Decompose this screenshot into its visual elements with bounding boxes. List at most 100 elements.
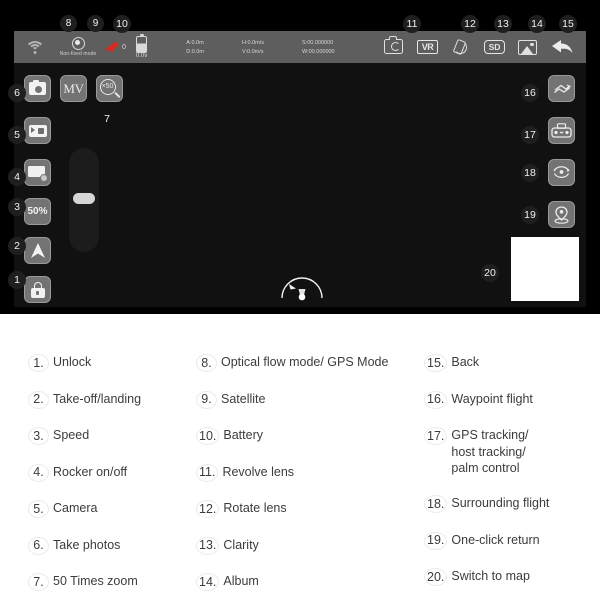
battery-icon — [136, 33, 148, 53]
gps-mode-icon — [71, 37, 85, 50]
legend-item: 7. 50 Times zoom — [28, 573, 208, 591]
legend-item: 3. Speed — [28, 427, 208, 445]
rotate-lens-icon[interactable] — [451, 38, 471, 56]
telemetry-horizontal-speed: H:0.0m/s — [241, 39, 264, 46]
callout-11: 11 — [403, 15, 421, 33]
takeoff-landing-button[interactable] — [24, 237, 51, 264]
legend-item-number: 1. — [28, 354, 49, 372]
zoom-50x-button[interactable]: ×50 — [96, 75, 123, 102]
callout-7: 7 — [104, 113, 110, 125]
mv-button[interactable]: MV — [60, 75, 87, 102]
legend-item-number: 19. — [424, 531, 448, 550]
legend-item: 6. Take photos — [28, 536, 208, 555]
legend-item-number: 12. — [196, 500, 220, 518]
legend-item-label: Rocker on/off — [53, 464, 128, 479]
legend-item: 17. GPS tracking/ host tracking/ palm con… — [424, 427, 594, 477]
legend-item-label: Album — [223, 574, 259, 588]
legend-item-number: 6. — [28, 536, 49, 555]
telemetry-readout: A:0.0m D:0.0m H:0.0m/s V:0.0m/s S:00.000… — [186, 40, 334, 55]
unlock-button[interactable] — [24, 276, 51, 303]
legend-item-label: Back — [451, 355, 480, 369]
legend-item-number: 20. — [424, 568, 448, 586]
rocker-onoff-button[interactable] — [24, 159, 51, 186]
legend-item-label: Switch to map — [451, 569, 530, 583]
legend-item: 15. Back — [424, 354, 594, 372]
surrounding-flight-icon — [552, 164, 571, 181]
surrounding-flight-button[interactable] — [548, 159, 575, 186]
legend-item: 19. One-click return — [424, 531, 594, 550]
legend-item-number: 8. — [196, 354, 217, 372]
legend-item-label: Unlock — [53, 355, 92, 369]
legend-column-3: 15. Back 16. Waypoint flight 17. GPS tracking… — [424, 354, 594, 605]
album-icon[interactable] — [518, 39, 537, 55]
throttle-slider[interactable] — [69, 148, 99, 252]
legend-item-label: 50 Times zoom — [53, 574, 138, 588]
legend-item: 14. Album — [196, 573, 416, 591]
status-toolbar: Non-fixed mode 0 0.0v A:0.0m D:0.0m H:0.… — [14, 31, 586, 63]
legend-column-2: 8. Optical flow mode/ GPS Mode 9. Satellite… — [196, 354, 416, 610]
satellite-count: 0 — [122, 43, 126, 51]
take-photos-button[interactable] — [24, 75, 51, 102]
waypoint-flight-icon — [553, 81, 571, 96]
callout-10: 10 — [113, 15, 131, 33]
legend-item-label: One-click return — [451, 532, 540, 547]
legend-item-label: Surrounding flight — [451, 496, 550, 510]
legend-item: 16. Waypoint flight — [424, 390, 594, 409]
legend-item: 8. Optical flow mode/ GPS Mode — [196, 354, 416, 372]
gps-mode-indicator[interactable]: Non-fixed mode — [55, 37, 101, 57]
throttle-slider-thumb[interactable] — [73, 193, 95, 204]
callout-12: 12 — [461, 15, 479, 33]
legend-item: 13. Clarity — [196, 536, 416, 555]
revolve-lens-icon[interactable] — [384, 36, 404, 56]
legend-item-number: 15. — [424, 354, 448, 372]
legend-item-number: 10. — [196, 427, 220, 445]
legend-column-1: 1. Unlock 2. Take-off/landing 3. Speed 4. Rocke… — [28, 354, 208, 610]
telemetry-latitude: S:00.000000 — [302, 39, 334, 46]
telemetry-longitude: W:00.000000 — [302, 48, 335, 55]
legend-item: 5. Camera — [28, 500, 208, 518]
legend-item-number: 3. — [28, 427, 49, 445]
legend-item-number: 13. — [196, 536, 220, 555]
legend-item-number: 14. — [196, 573, 220, 591]
speed-button[interactable]: 50% — [24, 198, 51, 225]
legend-item: 20. Switch to map — [424, 568, 594, 586]
legend-item-label: Clarity — [223, 537, 259, 552]
legend-item-label: Rotate lens — [223, 501, 287, 515]
callout-3: 3 — [8, 198, 26, 216]
satellite-indicator: 0 — [105, 40, 126, 54]
back-icon[interactable] — [550, 38, 574, 56]
legend-item-label: Waypoint flight — [451, 391, 533, 406]
legend-item-label: Battery — [223, 428, 263, 442]
sd-card-icon[interactable]: SD — [484, 40, 505, 54]
legend-item-label: Optical flow mode/ GPS Mode — [221, 355, 389, 369]
legend-item-number: 17. — [424, 427, 448, 445]
callout-8: 8 — [60, 15, 77, 32]
gps-mode-label: Non-fixed mode — [59, 51, 97, 57]
legend-section: 1. Unlock 2. Take-off/landing 3. Speed 4. Rocke… — [0, 314, 600, 600]
waypoint-flight-button[interactable] — [548, 75, 575, 102]
battery-voltage: 0.0v — [135, 52, 148, 59]
rocker-toggle-icon — [28, 165, 48, 182]
zoom-label: ×50 — [99, 78, 116, 95]
video-camera-icon — [28, 124, 47, 137]
camera-record-button[interactable] — [24, 117, 51, 144]
telemetry-vertical-speed: V:0.0m/s — [241, 48, 264, 55]
map-switch-thumbnail[interactable] — [511, 237, 579, 301]
legend-item-number: 9. — [196, 390, 217, 409]
legend-item: 2. Take-off/landing — [28, 390, 208, 409]
legend-item-label: Speed — [53, 428, 90, 442]
callout-15: 15 — [559, 15, 577, 33]
speed-label: 50% — [27, 206, 48, 217]
drone-camera-view: Non-fixed mode 0 0.0v A:0.0m D:0.0m H:0.… — [14, 31, 586, 307]
legend-item-number: 7. — [28, 573, 49, 591]
callout-18: 18 — [521, 164, 539, 182]
vr-icon[interactable]: VR — [417, 40, 438, 54]
remote-control-icon — [551, 123, 572, 138]
callout-5: 5 — [8, 126, 26, 144]
callout-13: 13 — [494, 15, 512, 33]
legend-item-label: GPS tracking/ host tracking/ palm contro… — [451, 428, 529, 475]
one-click-return-button[interactable] — [548, 201, 575, 228]
gps-tracking-button[interactable] — [548, 117, 575, 144]
callout-16: 16 — [521, 84, 539, 102]
satellite-icon — [105, 40, 120, 54]
